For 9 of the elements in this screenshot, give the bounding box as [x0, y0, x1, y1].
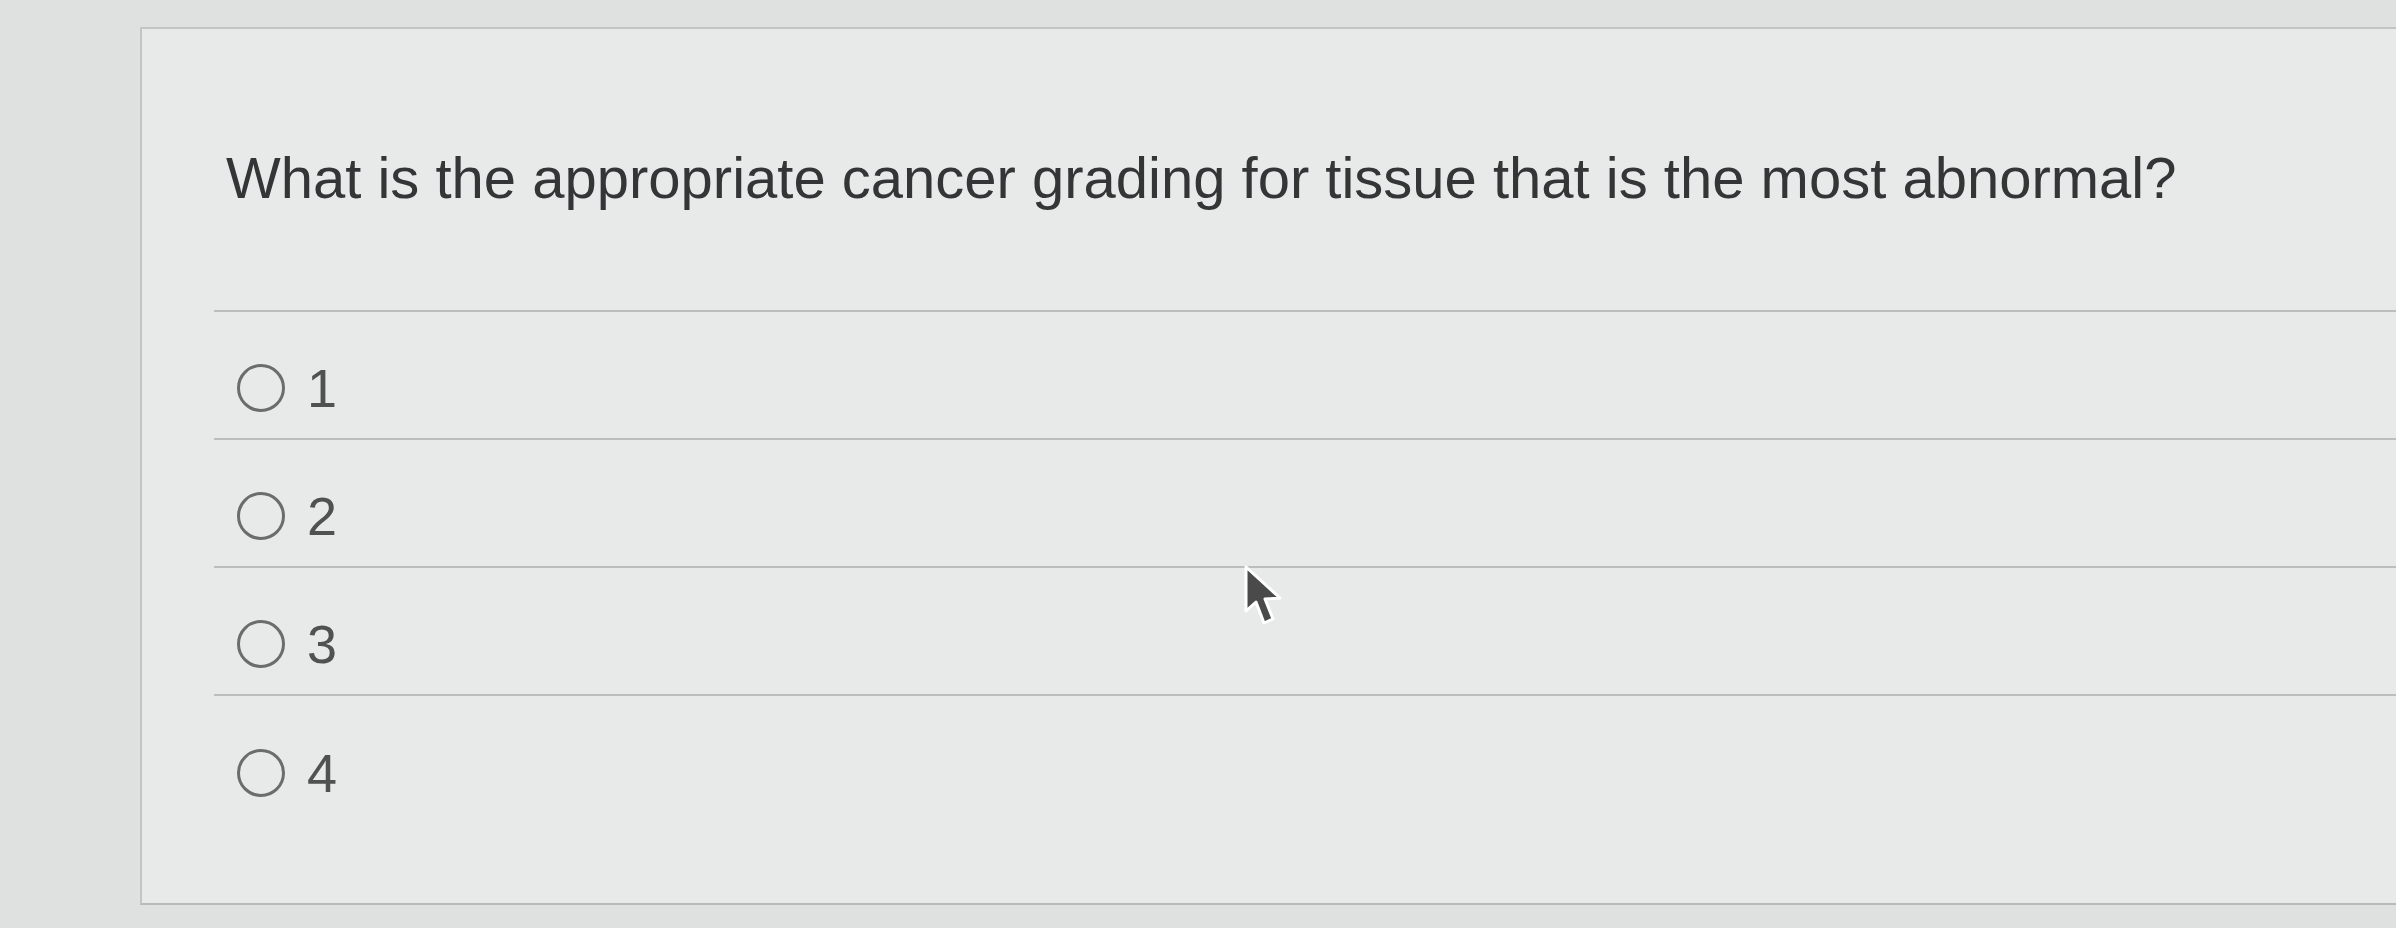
radio-button[interactable]: [237, 492, 285, 540]
option-label[interactable]: 1: [307, 357, 338, 419]
radio-button[interactable]: [237, 620, 285, 668]
question-text: What is the appropriate cancer grading for tissue that is the most abnormal?: [226, 145, 2177, 211]
option-label[interactable]: 2: [307, 485, 338, 547]
radio-button[interactable]: [237, 749, 285, 797]
option-label[interactable]: 3: [307, 613, 338, 675]
option-label[interactable]: 4: [307, 742, 338, 804]
radio-button[interactable]: [237, 364, 285, 412]
